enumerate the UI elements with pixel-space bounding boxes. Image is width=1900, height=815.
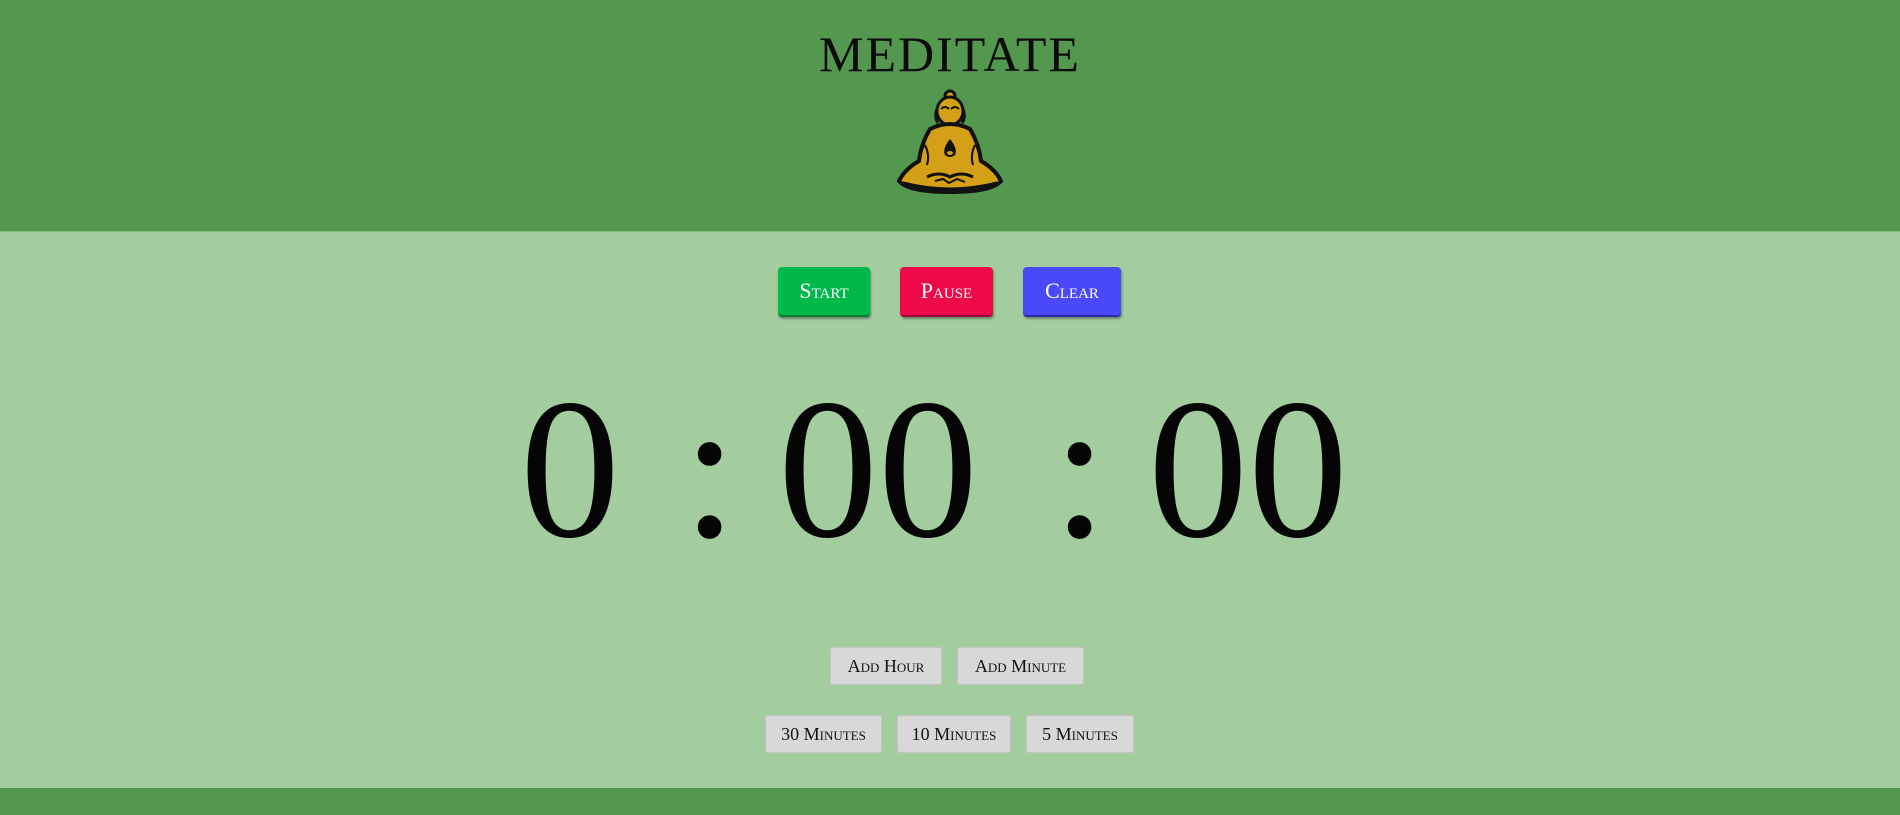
preset-10-minutes-button[interactable]: 10 Minutes bbox=[897, 715, 1011, 753]
preset-30-minutes-button[interactable]: 30 Minutes bbox=[765, 715, 882, 753]
start-button[interactable]: Start bbox=[778, 267, 870, 317]
timer-minutes: 00 bbox=[778, 359, 978, 580]
preset-5-minutes-button[interactable]: 5 Minutes bbox=[1026, 715, 1134, 753]
add-hour-button[interactable]: Add Hour bbox=[830, 647, 942, 685]
pause-button[interactable]: Pause bbox=[900, 267, 993, 317]
timer-display: 0 : 00 : 00 bbox=[0, 370, 1900, 570]
add-minute-button[interactable]: Add Minute bbox=[957, 647, 1084, 685]
header: MEDITATE bbox=[0, 0, 1900, 232]
timer-separator: : bbox=[1052, 359, 1108, 580]
timer-separator: : bbox=[682, 359, 738, 580]
timer-hours: 0 bbox=[520, 359, 620, 580]
page-title: MEDITATE bbox=[819, 26, 1081, 82]
seated-buddha-icon bbox=[897, 89, 1003, 195]
timer-seconds: 00 bbox=[1148, 359, 1348, 580]
footer bbox=[0, 788, 1900, 815]
clear-button[interactable]: Clear bbox=[1023, 267, 1121, 317]
